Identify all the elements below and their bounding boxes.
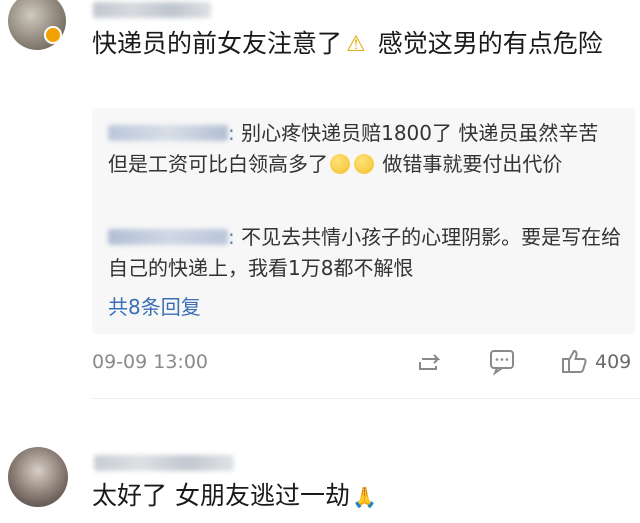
comment-text-body: 太好了 女朋友逃过一劫: [92, 481, 350, 510]
username-blurred[interactable]: [93, 2, 211, 18]
reply-username[interactable]: :: [108, 222, 235, 253]
more-replies-link[interactable]: 共8条回复: [108, 292, 201, 323]
comment-text: 快递员的前女友注意了 ⚠ 感觉这男的有点危险: [92, 26, 637, 63]
smile-emoji-icon: [330, 154, 350, 174]
verified-badge-icon: [44, 26, 62, 44]
reply-text-tail: 做错事就要付出代价: [376, 152, 563, 176]
warning-icon: ⚠: [346, 32, 366, 57]
reply-name-colon: :: [228, 225, 235, 249]
smile-emoji-icon: [354, 154, 374, 174]
comment-text-part1: 快递员的前女友注意了: [92, 29, 343, 58]
reply-username[interactable]: :: [108, 118, 235, 149]
comment-text-part2: 感觉这男的有点危险: [369, 29, 603, 58]
reply-box: : 别心疼快递员赔1800了 快递员虽然辛苦 但是工资可比白领高多了 做错事就要…: [92, 108, 635, 334]
like-icon[interactable]: [560, 346, 590, 376]
comment-divider: [92, 398, 640, 399]
reply-username-blurred: [108, 229, 228, 245]
avatar[interactable]: [8, 0, 66, 50]
reply-item[interactable]: : 别心疼快递员赔1800了 快递员虽然辛苦 但是工资可比白领高多了 做错事就要…: [108, 118, 623, 180]
like-count: 409: [595, 351, 632, 373]
avatar[interactable]: [8, 447, 68, 507]
comment-text: 太好了 女朋友逃过一劫 🙏: [92, 478, 637, 515]
pray-icon: 🙏: [351, 485, 377, 509]
reply-name-colon: :: [228, 121, 235, 145]
comment-icon[interactable]: [487, 346, 517, 376]
username-blurred[interactable]: [94, 455, 234, 471]
reply-item[interactable]: : 不见去共情小孩子的心理阴影。要是写在给自己的快递上，我看1万8都不解恨: [108, 222, 623, 284]
reply-username-blurred: [108, 125, 228, 141]
comment-timestamp: 09-09 13:00: [92, 351, 209, 373]
share-icon[interactable]: [414, 346, 444, 376]
